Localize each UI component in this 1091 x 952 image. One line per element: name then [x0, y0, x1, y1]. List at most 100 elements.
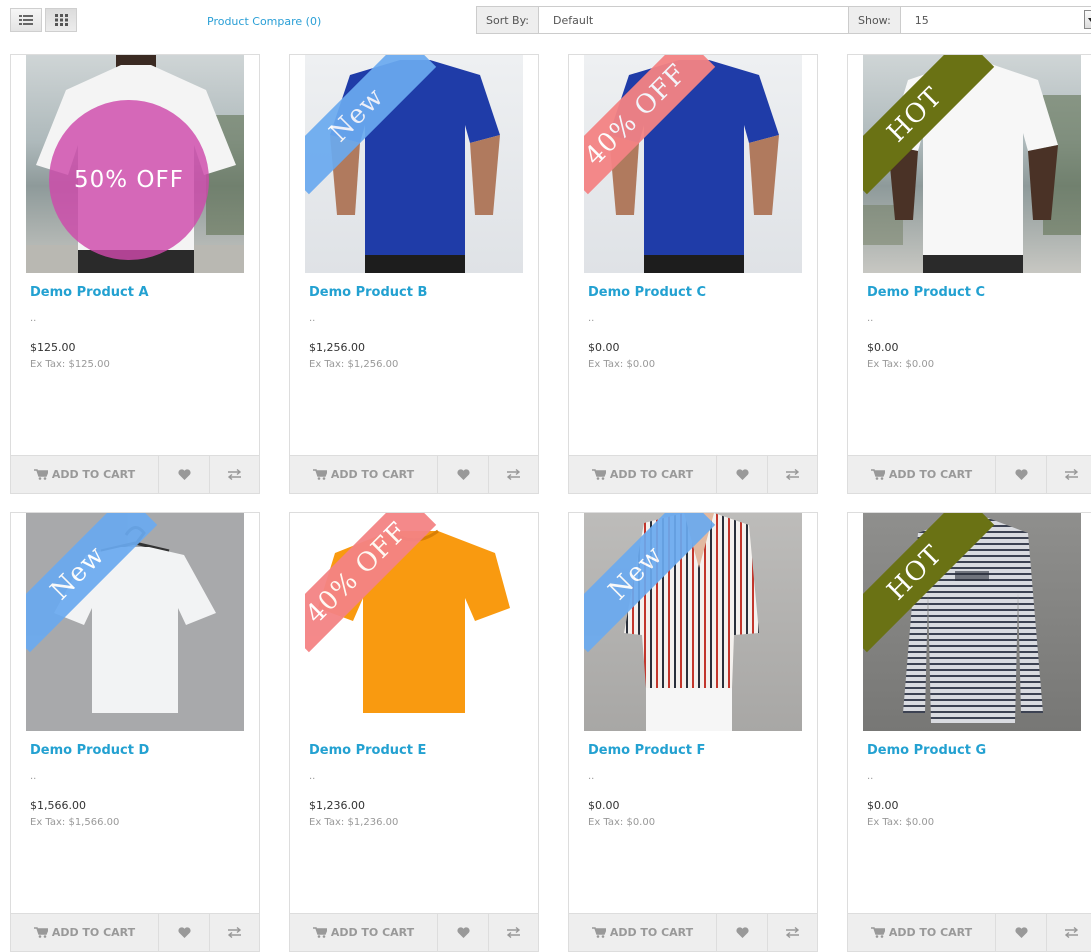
wishlist-button[interactable]	[159, 456, 209, 493]
cart-icon	[591, 927, 606, 938]
add-to-cart-label: ADD TO CART	[330, 926, 415, 939]
product-ex-tax: Ex Tax: $1,256.00	[309, 359, 399, 370]
compare-button[interactable]	[1046, 456, 1091, 493]
compare-button[interactable]	[488, 914, 538, 951]
add-to-cart-label: ADD TO CART	[51, 468, 136, 481]
show-select-value: 15	[914, 13, 929, 27]
compare-button[interactable]	[488, 456, 538, 493]
product-image[interactable]: New	[26, 513, 244, 731]
product-card: HOT Demo Product G .. $0.00 Ex Tax: $0.0…	[847, 512, 1091, 952]
add-to-cart-label: ADD TO CART	[330, 468, 415, 481]
product-ex-tax: Ex Tax: $1,236.00	[309, 817, 399, 828]
compare-arrows-icon	[506, 469, 521, 480]
compare-button[interactable]	[1046, 914, 1091, 951]
add-to-cart-button[interactable]: ADD TO CART	[11, 456, 159, 493]
product-card: 40% OFF Demo Product C .. $0.00 Ex Tax: …	[568, 54, 818, 494]
cart-icon	[312, 469, 327, 480]
product-card: New Demo Product F .. $0.00 Ex Tax: $0.0…	[568, 512, 818, 952]
wishlist-button[interactable]	[717, 914, 767, 951]
product-name-link[interactable]: Demo Product E	[309, 743, 426, 758]
product-card: 40% OFF Demo Product E .. $1,236.00 Ex T…	[289, 512, 539, 952]
product-card: New Demo Product B .. $1,256.00 Ex Tax: …	[289, 54, 539, 494]
cart-icon	[312, 927, 327, 938]
add-to-cart-button[interactable]: ADD TO CART	[290, 914, 438, 951]
product-description: ..	[30, 313, 37, 324]
product-description: ..	[867, 771, 874, 782]
list-view-button[interactable]	[10, 8, 42, 32]
compare-button[interactable]	[209, 456, 259, 493]
heart-icon	[735, 927, 749, 938]
product-price: $0.00	[588, 341, 620, 354]
product-image[interactable]: HOT	[863, 55, 1081, 273]
compare-arrows-icon	[785, 927, 800, 938]
sort-control: Sort By: Default	[476, 6, 882, 34]
product-compare-link[interactable]: Product Compare (0)	[207, 15, 321, 28]
compare-button[interactable]	[209, 914, 259, 951]
product-name-link[interactable]: Demo Product G	[867, 743, 986, 758]
product-price: $1,236.00	[309, 799, 365, 812]
product-name-link[interactable]: Demo Product B	[309, 285, 427, 300]
sort-select[interactable]: Default	[538, 6, 882, 34]
compare-arrows-icon	[1064, 927, 1079, 938]
product-image[interactable]: New	[584, 513, 802, 731]
product-price: $0.00	[867, 799, 899, 812]
heart-icon	[456, 469, 470, 480]
product-description: ..	[309, 771, 316, 782]
sort-select-value: Default	[553, 13, 594, 27]
product-description: ..	[588, 313, 595, 324]
wishlist-button[interactable]	[438, 456, 488, 493]
wishlist-button[interactable]	[996, 456, 1046, 493]
view-toggle	[10, 8, 77, 32]
product-ex-tax: Ex Tax: $0.00	[588, 817, 656, 828]
show-select[interactable]: 15	[899, 6, 1091, 34]
wishlist-button[interactable]	[717, 456, 767, 493]
product-image[interactable]: 40% OFF	[584, 55, 802, 273]
product-price: $0.00	[588, 799, 620, 812]
compare-arrows-icon	[506, 927, 521, 938]
compare-arrows-icon	[227, 469, 242, 480]
product-description: ..	[309, 313, 316, 324]
product-actions: ADD TO CART	[848, 913, 1091, 951]
product-name-link[interactable]: Demo Product D	[30, 743, 149, 758]
wishlist-button[interactable]	[438, 914, 488, 951]
product-image[interactable]: HOT	[863, 513, 1081, 731]
compare-button[interactable]	[767, 456, 817, 493]
show-label: Show:	[848, 6, 900, 34]
product-image[interactable]: New	[305, 55, 523, 273]
show-control: Show: 15	[848, 6, 1091, 34]
product-name-link[interactable]: Demo Product C	[588, 285, 706, 300]
product-actions: ADD TO CART	[290, 455, 538, 493]
add-to-cart-button[interactable]: ADD TO CART	[290, 456, 438, 493]
product-image[interactable]: 40% OFF	[305, 513, 523, 731]
product-image[interactable]: 50% OFF	[26, 55, 244, 273]
add-to-cart-button[interactable]: ADD TO CART	[569, 914, 717, 951]
product-description: ..	[867, 313, 874, 324]
grid-view-button[interactable]	[45, 8, 77, 32]
compare-arrows-icon	[227, 927, 242, 938]
product-name-link[interactable]: Demo Product C	[867, 285, 985, 300]
grid-icon	[54, 14, 68, 26]
add-to-cart-button[interactable]: ADD TO CART	[848, 456, 996, 493]
heart-icon	[1014, 469, 1028, 480]
add-to-cart-label: ADD TO CART	[609, 468, 694, 481]
wishlist-button[interactable]	[996, 914, 1046, 951]
heart-icon	[177, 469, 191, 480]
product-ex-tax: Ex Tax: $0.00	[588, 359, 656, 370]
add-to-cart-button[interactable]: ADD TO CART	[11, 914, 159, 951]
discount-badge: 50% OFF	[49, 100, 209, 260]
heart-icon	[1014, 927, 1028, 938]
chevron-down-icon[interactable]	[1083, 10, 1091, 29]
product-name-link[interactable]: Demo Product A	[30, 285, 149, 300]
heart-icon	[456, 927, 470, 938]
product-name-link[interactable]: Demo Product F	[588, 743, 705, 758]
sort-label: Sort By:	[476, 6, 539, 34]
product-card: 50% OFF Demo Product A .. $125.00 Ex Tax…	[10, 54, 260, 494]
cart-icon	[870, 469, 885, 480]
product-ex-tax: Ex Tax: $125.00	[30, 359, 110, 370]
add-to-cart-button[interactable]: ADD TO CART	[569, 456, 717, 493]
add-to-cart-button[interactable]: ADD TO CART	[848, 914, 996, 951]
wishlist-button[interactable]	[159, 914, 209, 951]
compare-button[interactable]	[767, 914, 817, 951]
heart-icon	[735, 469, 749, 480]
product-card: HOT Demo Product C .. $0.00 Ex Tax: $0.0…	[847, 54, 1091, 494]
